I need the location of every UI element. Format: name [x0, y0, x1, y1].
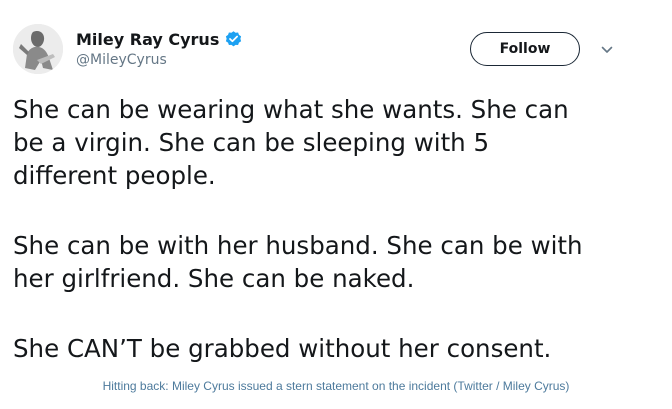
- avatar-image: [13, 24, 63, 74]
- user-handle[interactable]: @MileyCyrus: [76, 52, 167, 68]
- tweet-text-line: be a virgin. She can be sleeping with 5: [13, 128, 490, 157]
- tweet-card: Miley Ray Cyrus @MileyCyrus Follow She c…: [0, 0, 672, 409]
- tweet-text-line: different people.: [13, 161, 216, 190]
- tweet-text: She can be wearing what she wants. She c…: [13, 93, 653, 365]
- avatar[interactable]: [13, 24, 63, 74]
- chevron-down-icon[interactable]: [600, 42, 614, 56]
- display-name[interactable]: Miley Ray Cyrus: [76, 30, 219, 49]
- image-caption: Hitting back: Miley Cyrus issued a stern…: [102, 379, 570, 393]
- tweet-text-line: She can be with her husband. She can be …: [13, 231, 583, 260]
- tweet-text-line: her girlfriend. She can be naked.: [13, 264, 415, 293]
- tweet-text-line: She CAN’T be grabbed without her consent…: [13, 334, 552, 363]
- tweet-text-line: She can be wearing what she wants. She c…: [13, 95, 569, 124]
- author-name-row[interactable]: Miley Ray Cyrus: [76, 27, 243, 51]
- verified-badge-icon: [224, 30, 243, 49]
- follow-button[interactable]: Follow: [470, 32, 580, 66]
